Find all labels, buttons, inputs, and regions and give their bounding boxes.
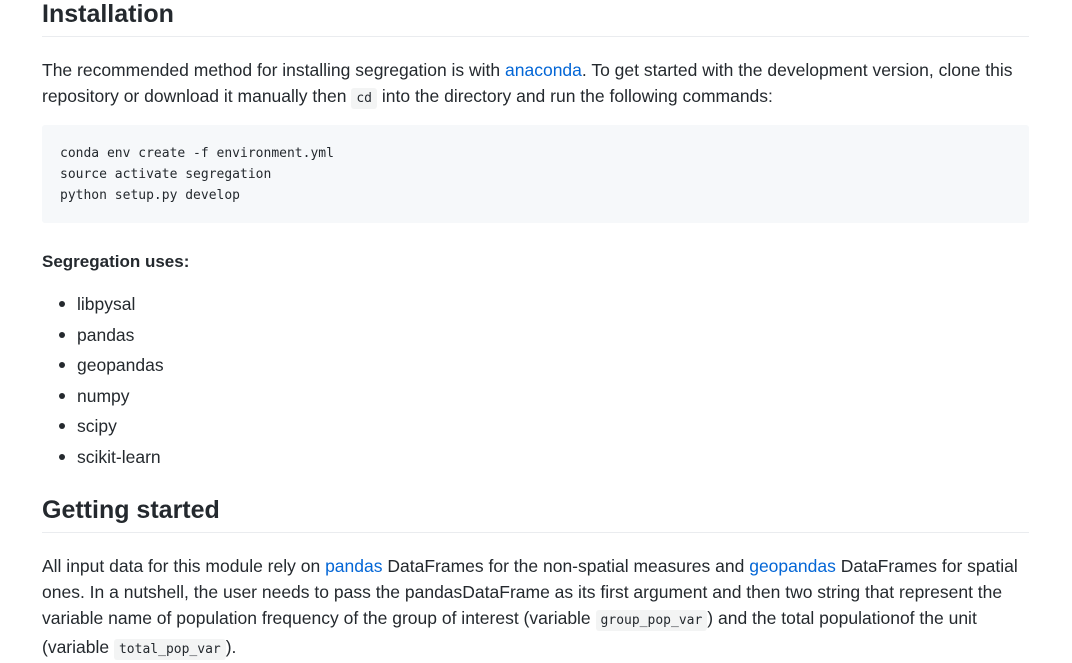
installation-paragraph: The recommended method for installing se…	[42, 57, 1029, 112]
pandas-link[interactable]: pandas	[325, 556, 382, 576]
text-segment: The recommended method for installing se…	[42, 60, 506, 80]
list-item: geopandas	[42, 350, 164, 381]
list-item: scikit-learn	[42, 442, 164, 473]
list-item-label: scikit-learn	[77, 446, 161, 467]
list-item-label: libpysal	[77, 294, 136, 314]
list-item: pandas	[42, 320, 164, 351]
text-segment: into the directory and run the following…	[377, 86, 773, 106]
dependency-list: libpysal pandas geopandas numpy scipy sc…	[42, 289, 164, 472]
inline-code-cd: cd	[351, 88, 377, 109]
installation-heading: Installation	[42, 0, 1029, 37]
bullet-icon	[59, 453, 65, 460]
inline-code-group-pop-var: group_pop_var	[595, 610, 708, 631]
uses-label: Segregation uses:	[42, 252, 190, 271]
code-line: python setup.py develop	[60, 188, 241, 203]
list-item-label: pandas	[77, 324, 135, 345]
bullet-icon	[59, 423, 65, 429]
install-code-block[interactable]: conda env create -f environment.yml sourc…	[42, 125, 1029, 223]
inline-code-total-pop-var: total_pop_var	[113, 639, 226, 660]
bullet-icon	[59, 301, 65, 307]
getting-started-heading: Getting started	[42, 495, 1029, 533]
list-item: numpy	[42, 381, 164, 412]
list-item-label: geopandas	[77, 355, 164, 375]
anaconda-link[interactable]: anaconda	[505, 60, 582, 80]
code-line: conda env create -f environment.yml	[60, 146, 334, 161]
list-item-label: scipy	[77, 416, 117, 436]
geopandas-link[interactable]: geopandas	[749, 556, 836, 576]
code-line: source activate segregation	[60, 167, 272, 182]
bullet-icon	[59, 331, 65, 338]
bullet-icon	[59, 392, 65, 399]
text-segment: DataFrames for the non-spatial measures …	[382, 556, 750, 576]
list-item: scipy	[42, 411, 164, 442]
text-segment: All input data for this module rely on	[42, 556, 326, 576]
list-item: libpysal	[42, 289, 164, 320]
list-item-label: numpy	[77, 385, 130, 406]
text-segment: ).	[225, 637, 237, 657]
bullet-icon	[59, 362, 65, 368]
getting-started-paragraph: All input data for this module rely on p…	[42, 553, 1029, 663]
